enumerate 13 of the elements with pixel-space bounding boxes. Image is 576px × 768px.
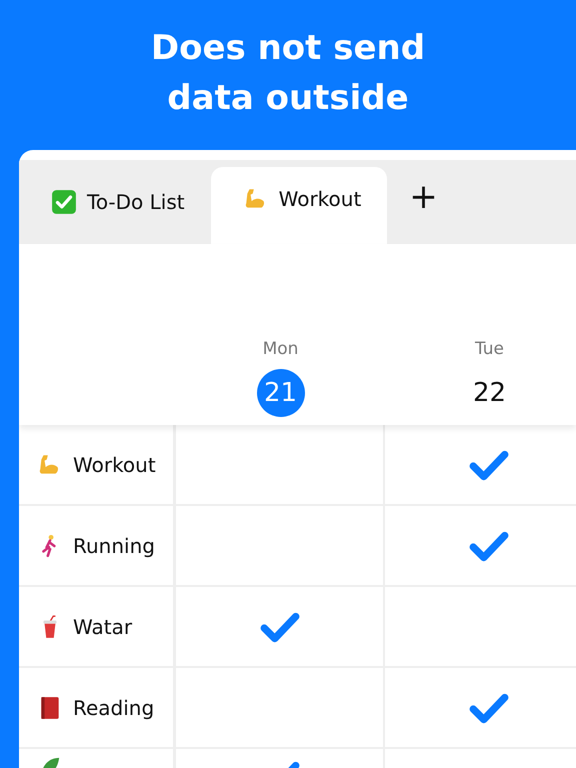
tab[interactable]: Workout xyxy=(210,167,388,244)
add-tab-button[interactable]: + xyxy=(409,180,438,214)
day-number[interactable]: 22 xyxy=(466,369,514,417)
habit-label: Workout xyxy=(73,452,156,476)
habit-label: Running xyxy=(73,534,155,558)
habit-label: Watar xyxy=(73,614,132,638)
headline: Does not send data outside xyxy=(150,27,426,120)
day-name: Mon xyxy=(262,339,298,359)
habit-label: Reading xyxy=(73,696,154,720)
tab[interactable]: To-Do List xyxy=(19,167,211,237)
day-name: Tue xyxy=(474,339,504,359)
day-number[interactable]: 21 xyxy=(256,369,304,417)
checkbox-icon xyxy=(51,189,77,215)
